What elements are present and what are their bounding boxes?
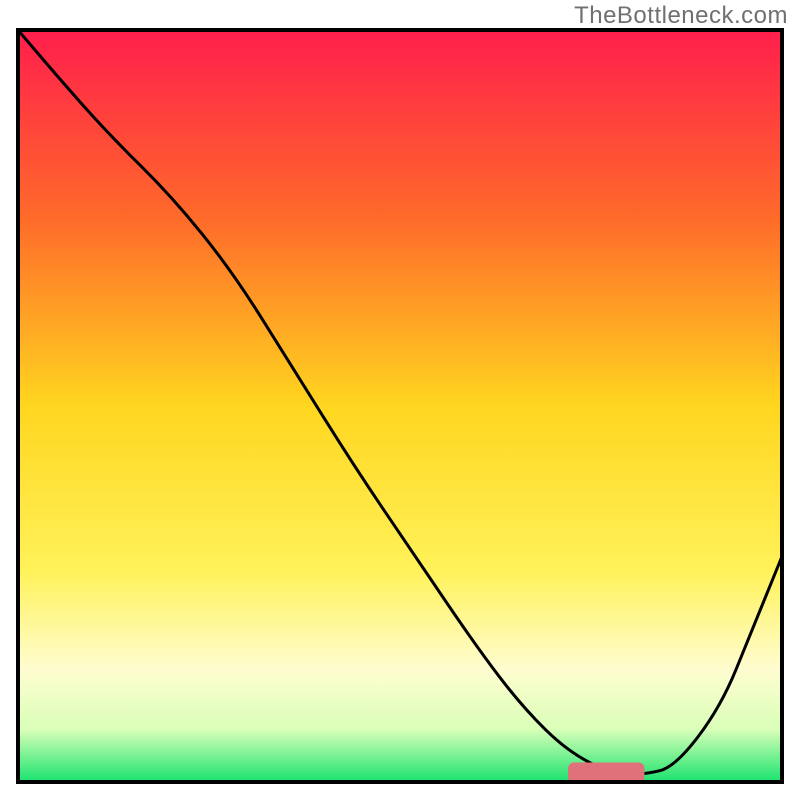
bottleneck-chart: [0, 0, 800, 800]
chart-stage: TheBottleneck.com: [0, 0, 800, 800]
gradient-background: [18, 30, 782, 782]
